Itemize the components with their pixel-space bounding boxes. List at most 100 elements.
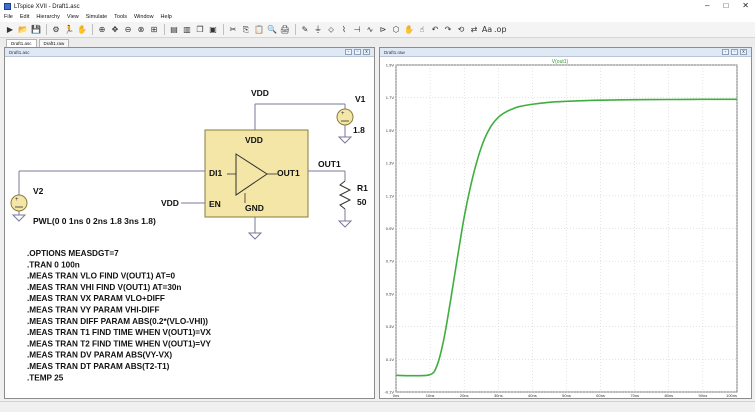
resistor-icon[interactable]: ⌇ xyxy=(338,24,350,36)
run-icon[interactable]: ▶ xyxy=(4,24,16,36)
open-icon[interactable]: 📂 xyxy=(17,24,29,36)
rotate-icon[interactable]: ⟲ xyxy=(455,24,467,36)
waveform-pane-title: Draft1.raw - ▫ x xyxy=(380,48,751,57)
tab-schematic[interactable]: Draft1.asc xyxy=(6,39,37,47)
ground-symbol-amp[interactable] xyxy=(247,232,263,240)
zoom-in-icon[interactable]: ⊕ xyxy=(96,24,108,36)
spice-directive[interactable]: .OPTIONS MEASDGT=7 xyxy=(27,249,119,258)
ground-symbol-r1[interactable] xyxy=(337,220,353,228)
spice-directive[interactable]: .MEAS TRAN T1 FIND TIME WHEN V(OUT1)=VX xyxy=(27,328,212,337)
paste-icon[interactable]: 📋 xyxy=(253,24,265,36)
wire-icon[interactable]: ✎ xyxy=(299,24,311,36)
component-icon[interactable]: ⬡ xyxy=(390,24,402,36)
label-net-icon[interactable]: ⬦ xyxy=(325,24,337,36)
menu-edit[interactable]: Edit xyxy=(20,13,29,22)
pane-close-button[interactable]: x xyxy=(740,49,747,55)
save-icon[interactable]: 💾 xyxy=(30,24,42,36)
net-label-out1[interactable]: OUT1 xyxy=(318,159,341,169)
ground-icon[interactable]: ⏚ xyxy=(312,24,324,36)
pane-minimize-button[interactable]: - xyxy=(345,49,352,55)
mirror-icon[interactable]: ⇄ xyxy=(468,24,480,36)
spice-directives[interactable]: .OPTIONS MEASDGT=7 .TRAN 0 100n .MEAS TRAN… xyxy=(27,249,212,382)
v1-name[interactable]: V1 xyxy=(355,94,366,104)
menu-simulate[interactable]: Simulate xyxy=(86,13,107,22)
menu-hierarchy[interactable]: Hierarchy xyxy=(36,13,60,22)
pane-restore-button[interactable]: ▫ xyxy=(731,49,738,55)
undo-icon[interactable]: ↶ xyxy=(429,24,441,36)
ground-symbol-v2[interactable] xyxy=(11,214,27,222)
v2-name[interactable]: V2 xyxy=(33,186,44,196)
spice-directive[interactable]: .TEMP 25 xyxy=(27,373,64,382)
pane-restore-button[interactable]: ▫ xyxy=(354,49,361,55)
tab-waveform[interactable]: Draft1.raw xyxy=(38,39,70,47)
find-icon[interactable]: 🔍 xyxy=(266,24,278,36)
pan-icon[interactable]: ✥ xyxy=(109,24,121,36)
waveform-canvas[interactable]: 1.9V 1.7V 1.5V 1.3V 1.1V 0.9V 0.7V 0.5V 0.3V 0.1V… xyxy=(380,57,751,398)
menu-file[interactable]: File xyxy=(4,13,13,22)
toolbar-separator xyxy=(223,24,224,35)
spice-directive[interactable]: .MEAS TRAN VX PARAM VLO+DIFF xyxy=(27,294,165,303)
tile-vertical-icon[interactable]: ▥ xyxy=(181,24,193,36)
x-tick-label: 40ns xyxy=(528,393,537,398)
pin-label-vdd: VDD xyxy=(245,135,263,145)
spice-directive[interactable]: .MEAS TRAN DIFF PARAM ABS(0.2*(VLO-VHI)) xyxy=(27,317,208,326)
maximize-button[interactable]: □ xyxy=(723,1,728,10)
resistor-r1-symbol[interactable] xyxy=(338,180,352,210)
spice-directive[interactable]: .MEAS TRAN VY PARAM VHI-DIFF xyxy=(27,306,160,315)
spice-directive[interactable]: .MEAS TRAN VLO FIND V(OUT1) AT=0 xyxy=(27,272,176,281)
tile-horizontal-icon[interactable]: ▤ xyxy=(168,24,180,36)
capacitor-icon[interactable]: ⊣ xyxy=(351,24,363,36)
v2-source-symbol[interactable] xyxy=(10,194,28,212)
spice-directive[interactable]: .MEAS TRAN VHI FIND V(OUT1) AT=30n xyxy=(27,283,181,292)
y-tick-label: 0.3V xyxy=(386,324,395,329)
x-tick-label: 100ns xyxy=(726,393,737,398)
x-tick-label: 10ns xyxy=(426,393,435,398)
cascade-icon[interactable]: ❐ xyxy=(194,24,206,36)
zoom-full-icon[interactable]: ⊗ xyxy=(135,24,147,36)
x-tick-label: 70ns xyxy=(630,393,639,398)
redo-icon[interactable]: ↷ xyxy=(442,24,454,36)
spice-directive[interactable]: .MEAS TRAN T2 FIND TIME WHEN V(OUT1)=VY xyxy=(27,339,212,348)
schematic-canvas[interactable]: VDD + V1 1.8 VDD GND DI1 EN OUT1 + V2 PW… xyxy=(5,57,374,398)
close-button[interactable]: ✕ xyxy=(742,1,749,10)
control-panel-icon[interactable]: ⚙ xyxy=(50,24,62,36)
halt-icon[interactable]: ✋ xyxy=(76,24,88,36)
v1-source-symbol[interactable] xyxy=(336,108,354,126)
spice-directive[interactable]: .MEAS TRAN DV PARAM ABS(VY-VX) xyxy=(27,351,172,360)
ground-symbol-v1[interactable] xyxy=(337,136,353,144)
zoom-out-icon[interactable]: ⊖ xyxy=(122,24,134,36)
drag-icon[interactable]: ☝ xyxy=(416,24,428,36)
text-icon[interactable]: Aa xyxy=(481,24,493,36)
document-tabs: Draft1.asc Draft1.raw xyxy=(0,38,755,47)
menu-tools[interactable]: Tools xyxy=(114,13,127,22)
cut-icon[interactable]: ✂ xyxy=(227,24,239,36)
menu-view[interactable]: View xyxy=(67,13,79,22)
menu-window[interactable]: Window xyxy=(134,13,154,22)
waveform-plot[interactable]: 1.9V 1.7V 1.5V 1.3V 1.1V 0.9V 0.7V 0.5V 0.3V 0.1V… xyxy=(380,57,751,398)
menu-help[interactable]: Help xyxy=(161,13,172,22)
minimize-button[interactable]: – xyxy=(705,1,709,10)
ltspice-app-icon xyxy=(4,3,11,10)
move-icon[interactable]: ✋ xyxy=(403,24,415,36)
diode-icon[interactable]: ⊳ xyxy=(377,24,389,36)
spice-directive[interactable]: .MEAS TRAN DT PARAM ABS(T2-T1) xyxy=(27,362,170,371)
zoom-fit-icon[interactable]: ⊞ xyxy=(148,24,160,36)
spice-directive[interactable]: .TRAN 0 100n xyxy=(27,260,80,269)
copy-icon[interactable]: ⎘ xyxy=(240,24,252,36)
run-sim-icon[interactable]: 🏃 xyxy=(63,24,75,36)
inductor-icon[interactable]: ∿ xyxy=(364,24,376,36)
pane-minimize-button[interactable]: - xyxy=(722,49,729,55)
trace-label-vout1[interactable]: V(out1) xyxy=(552,59,569,65)
print-icon[interactable]: 🖨 xyxy=(279,24,291,36)
r1-value[interactable]: 50 xyxy=(357,197,367,207)
v1-plus-sign: + xyxy=(341,111,345,117)
close-window-icon[interactable]: ▣ xyxy=(207,24,219,36)
v1-value[interactable]: 1.8 xyxy=(353,125,365,135)
spice-directive-icon[interactable]: .op xyxy=(494,24,507,36)
net-label-vdd-top[interactable]: VDD xyxy=(251,88,269,98)
net-label-vdd-en[interactable]: VDD xyxy=(161,198,179,208)
pane-close-button[interactable]: x xyxy=(363,49,370,55)
v2-value[interactable]: PWL(0 0 1ns 0 2ns 1.8 3ns 1.8) xyxy=(33,216,156,226)
y-tick-label: 1.7V xyxy=(386,95,395,100)
r1-name[interactable]: R1 xyxy=(357,183,368,193)
